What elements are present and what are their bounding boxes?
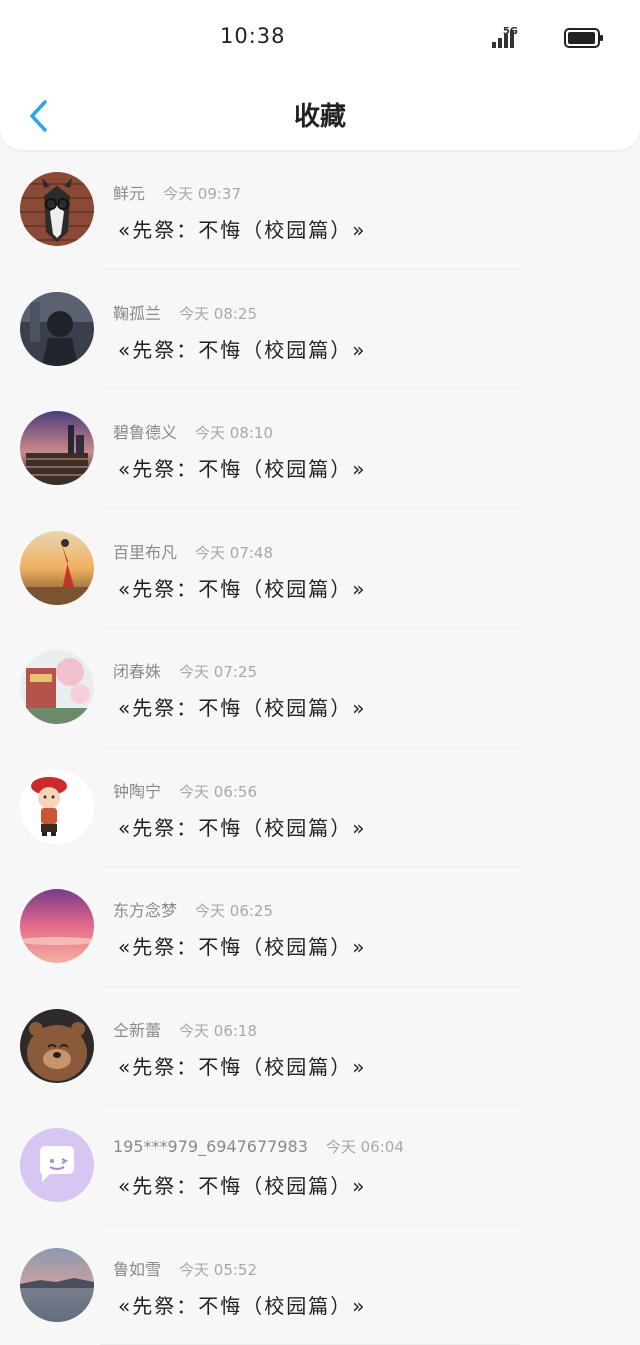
status-time: 10:38 [220, 24, 286, 48]
item-title: «先祭：不悔（校园篇）» [118, 453, 366, 482]
item-title: «先祭：不悔（校园篇）» [118, 573, 366, 602]
favorites-list: 鲜元今天 09:37 «先祭：不悔（校园篇）» 鞠孤兰今天 08:25 «先祭：… [0, 150, 640, 1345]
timestamp: 今天 06:25 [195, 902, 273, 920]
user-name: 195***979_6947677983 [113, 1137, 308, 1156]
user-name: 碧鲁德义 [113, 423, 177, 442]
timestamp: 今天 06:56 [179, 783, 257, 801]
avatar [20, 531, 94, 605]
avatar [20, 770, 94, 844]
avatar [20, 292, 94, 366]
page-title: 收藏 [0, 96, 640, 133]
avatar [20, 411, 94, 485]
user-name: 鲜元 [113, 184, 145, 203]
timestamp: 今天 08:10 [195, 424, 273, 442]
timestamp: 今天 07:25 [179, 663, 257, 681]
user-name: 鲁如雪 [113, 1260, 161, 1279]
item-title: «先祭：不悔（校园篇）» [118, 1290, 366, 1319]
timestamp: 今天 06:04 [326, 1138, 404, 1156]
list-item[interactable]: 百里布凡今天 07:48 «先祭：不悔（校园篇）» [0, 509, 640, 629]
item-title: «先祭：不悔（校园篇）» [118, 931, 366, 960]
item-title: «先祭：不悔（校园篇）» [118, 692, 366, 721]
item-title: «先祭：不悔（校园篇）» [118, 1170, 366, 1199]
list-item[interactable]: 碧鲁德义今天 08:10 «先祭：不悔（校园篇）» [0, 389, 640, 509]
timestamp: 今天 08:25 [179, 305, 257, 323]
timestamp: 今天 09:37 [163, 185, 241, 203]
item-title: «先祭：不悔（校园篇）» [118, 1051, 366, 1080]
item-title: «先祭：不悔（校园篇）» [118, 334, 366, 363]
battery-icon [564, 28, 604, 48]
timestamp: 今天 06:18 [179, 1022, 257, 1040]
list-item[interactable]: 鲁如雪今天 05:52 «先祭：不悔（校园篇）» [0, 1226, 640, 1345]
avatar [20, 889, 94, 963]
timestamp: 今天 05:52 [179, 1261, 257, 1279]
user-name: 闭春姝 [113, 662, 161, 681]
user-name: 百里布凡 [113, 543, 177, 562]
list-item[interactable]: 鲜元今天 09:37 «先祭：不悔（校园篇）» [0, 150, 640, 270]
item-title: «先祭：不悔（校园篇）» [118, 214, 366, 243]
user-name: 仝新蕾 [113, 1021, 161, 1040]
item-title: «先祭：不悔（校园篇）» [118, 812, 366, 841]
list-item[interactable]: 195***979_6947677983 今天 06:04 «先祭：不悔（校园篇）… [0, 1106, 640, 1226]
list-item[interactable]: 闭春姝今天 07:25 «先祭：不悔（校园篇）» [0, 628, 640, 748]
avatar [20, 1248, 94, 1322]
avatar [20, 172, 94, 246]
navigation-bar: 10:38 5G 收藏 [0, 0, 640, 150]
list-item[interactable]: 仝新蕾今天 06:18 «先祭：不悔（校园篇）» [0, 987, 640, 1107]
list-item[interactable]: 钟陶宁今天 06:56 «先祭：不悔（校园篇）» [0, 748, 640, 868]
signal-icon [490, 28, 520, 48]
avatar [20, 1009, 94, 1083]
avatar [20, 1128, 94, 1202]
list-item[interactable]: 鞠孤兰今天 08:25 «先祭：不悔（校园篇）» [0, 270, 640, 390]
user-name: 钟陶宁 [113, 782, 161, 801]
user-name: 鞠孤兰 [113, 304, 161, 323]
timestamp: 今天 07:48 [195, 544, 273, 562]
avatar [20, 650, 94, 724]
list-item[interactable]: 东方念梦今天 06:25 «先祭：不悔（校园篇）» [0, 867, 640, 987]
user-name: 东方念梦 [113, 901, 177, 920]
